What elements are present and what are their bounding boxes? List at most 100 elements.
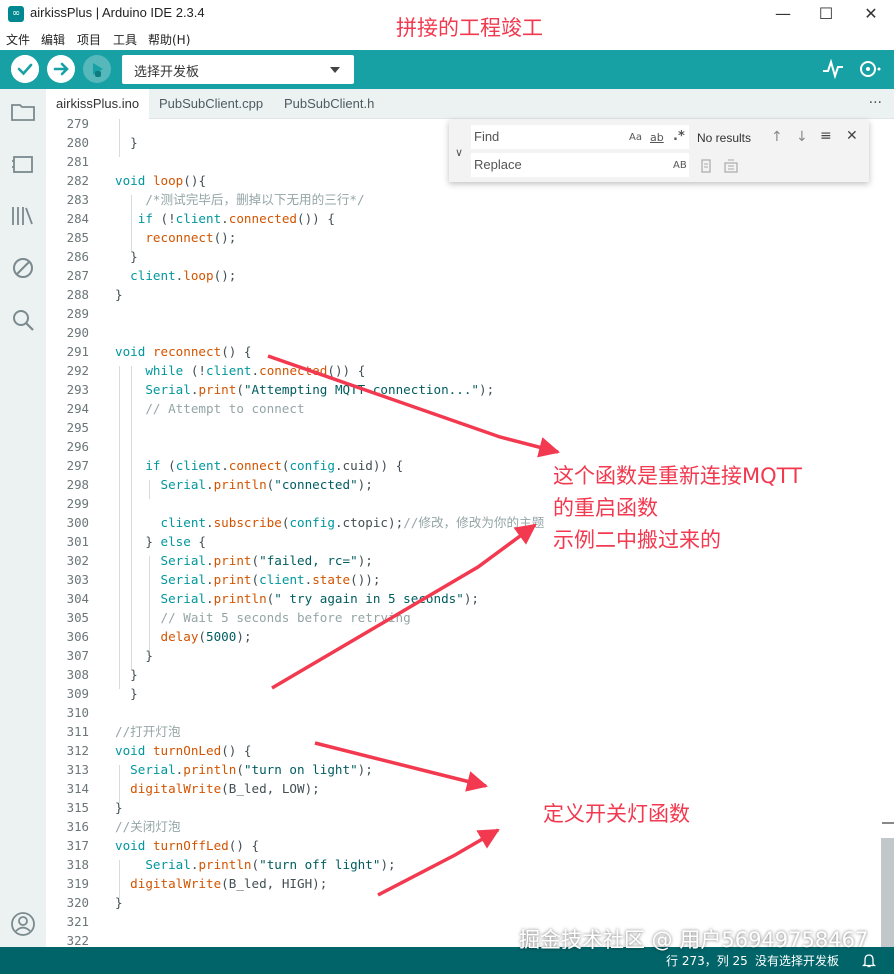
line-number: 320	[66, 895, 89, 910]
code-line[interactable]: 289	[46, 304, 894, 323]
code-line[interactable]: 288}	[46, 285, 894, 304]
replace-one-icon[interactable]	[699, 158, 713, 174]
folder-icon[interactable]	[10, 99, 36, 125]
line-number: 306	[66, 629, 89, 644]
line-number: 288	[66, 287, 89, 302]
cursor-position[interactable]: 行 273，列 25	[666, 952, 748, 969]
line-number: 283	[66, 192, 89, 207]
bell-icon[interactable]	[862, 953, 876, 968]
code-text: }	[115, 135, 138, 150]
code-line[interactable]: 309 }	[46, 684, 894, 703]
serial-plotter-icon[interactable]	[822, 59, 844, 79]
line-number: 279	[66, 119, 89, 131]
code-text: //打开灯泡	[115, 724, 181, 739]
code-text: }	[115, 287, 123, 302]
code-line[interactable]: 316 //关闭灯泡	[46, 817, 894, 836]
debug-panel-icon[interactable]	[10, 255, 36, 281]
code-line[interactable]: 286 }	[46, 247, 894, 266]
debug-button[interactable]	[83, 55, 111, 83]
library-manager-icon[interactable]	[10, 203, 36, 229]
replace-all-icon[interactable]	[723, 158, 739, 174]
code-line[interactable]: 311 //打开灯泡	[46, 722, 894, 741]
previous-match-icon[interactable]: ↑	[771, 129, 783, 145]
maximize-button[interactable]: ☐	[803, 0, 849, 28]
board-selector[interactable]: 选择开发板	[122, 55, 354, 84]
more-tabs-icon[interactable]: ···	[869, 95, 882, 111]
tab-airkissplus-ino[interactable]: airkissPlus.ino	[46, 89, 150, 119]
menu-edit[interactable]: 编辑	[41, 31, 65, 48]
menu-help[interactable]: 帮助(H)	[148, 31, 190, 48]
line-number: 321	[66, 914, 89, 929]
code-line[interactable]: 315}	[46, 798, 894, 817]
code-line[interactable]: 295	[46, 418, 894, 437]
close-button[interactable]: ✕	[848, 0, 894, 28]
search-icon[interactable]	[10, 307, 36, 333]
scrollbar-thumb[interactable]	[881, 838, 894, 947]
code-line[interactable]: 310	[46, 703, 894, 722]
code-line[interactable]: 306 delay(5000);	[46, 627, 894, 646]
boards-manager-icon[interactable]	[10, 151, 36, 177]
annotation-title: 拼接的工程竣工	[396, 16, 543, 40]
toggle-replace-chevron-icon[interactable]: ∨	[455, 146, 463, 159]
code-line[interactable]: 301 } else {	[46, 532, 894, 551]
user-profile-icon[interactable]	[10, 911, 36, 937]
code-editor[interactable]: 279 280 } 281 282 void loop(){283 /*测试完毕后，删掉…	[46, 119, 894, 947]
code-line[interactable]: 303 Serial.print(client.state());	[46, 570, 894, 589]
code-text: Serial.print(client.state());	[160, 572, 381, 587]
find-placeholder: Find	[474, 129, 500, 144]
board-status[interactable]: 没有选择开发板	[755, 952, 839, 969]
upload-button[interactable]	[47, 55, 75, 83]
code-line[interactable]: 300 client.subscribe(config.ctopic);//修改…	[46, 513, 894, 532]
code-text: void reconnect() {	[115, 344, 252, 359]
code-line[interactable]: 320}	[46, 893, 894, 912]
code-line[interactable]: 314 digitalWrite(B_led, LOW);	[46, 779, 894, 798]
whole-word-icon[interactable]: ab	[650, 131, 664, 144]
code-line[interactable]: 293 Serial.print("Attempting MQTT connec…	[46, 380, 894, 399]
find-in-selection-icon[interactable]: ≡	[820, 128, 832, 144]
tab-pubsubclient-h[interactable]: PubSubClient.h	[274, 89, 384, 119]
code-line[interactable]: 291 void reconnect() {	[46, 342, 894, 361]
serial-monitor-icon[interactable]	[857, 58, 883, 80]
preserve-case-icon[interactable]: AB	[673, 160, 687, 171]
replace-input[interactable]: Replace	[471, 153, 689, 177]
code-line[interactable]: 284 if (!client.connected()) {	[46, 209, 894, 228]
match-case-icon[interactable]: Aa	[629, 132, 642, 143]
find-results-count: No results	[697, 131, 752, 145]
code-line[interactable]: 292 while (!client.connected()) {	[46, 361, 894, 380]
code-line[interactable]: 294 // Attempt to connect	[46, 399, 894, 418]
code-line[interactable]: 312 void turnOnLed() {	[46, 741, 894, 760]
code-line[interactable]: 283 /*测试完毕后，删掉以下无用的三行*/	[46, 190, 894, 209]
code-line[interactable]: 317 void turnOffLed() {	[46, 836, 894, 855]
code-line[interactable]: 296	[46, 437, 894, 456]
code-text: // Attempt to connect	[115, 401, 305, 416]
code-line[interactable]: 318 Serial.println("turn off light");	[46, 855, 894, 874]
code-line[interactable]: 319 digitalWrite(B_led, HIGH);	[46, 874, 894, 893]
tab-pubsubclient-cpp[interactable]: PubSubClient.cpp	[149, 89, 273, 119]
code-line[interactable]: 307 }	[46, 646, 894, 665]
code-line[interactable]: 308 }	[46, 665, 894, 684]
menu-project[interactable]: 项目	[77, 31, 101, 48]
code-text: }	[115, 249, 138, 264]
code-text: void turnOnLed() {	[115, 743, 252, 758]
line-number: 319	[66, 876, 89, 891]
code-line[interactable]: 313 Serial.println("turn on light");	[46, 760, 894, 779]
code-line[interactable]: 304 Serial.println(" try again in 5 seco…	[46, 589, 894, 608]
regex-icon[interactable]: .*	[673, 129, 685, 144]
next-match-icon[interactable]: ↓	[796, 129, 808, 145]
code-line[interactable]: 285 reconnect();	[46, 228, 894, 247]
menu-tools[interactable]: 工具	[113, 31, 137, 48]
verify-button[interactable]	[11, 55, 39, 83]
close-find-icon[interactable]: ✕	[846, 128, 858, 144]
code-line[interactable]: 299	[46, 494, 894, 513]
code-line[interactable]: 302 Serial.print("failed, rc=");	[46, 551, 894, 570]
minimize-button[interactable]: —	[760, 0, 806, 28]
line-number: 308	[66, 667, 89, 682]
menu-file[interactable]: 文件	[6, 31, 30, 48]
code-line[interactable]: 290	[46, 323, 894, 342]
code-line[interactable]: 287 client.loop();	[46, 266, 894, 285]
line-number: 301	[66, 534, 89, 549]
code-line[interactable]: 305 // Wait 5 seconds before retrying	[46, 608, 894, 627]
watermark: 掘金技术社区 @ 用户56949758467	[519, 928, 869, 952]
line-number: 317	[66, 838, 89, 853]
left-sidebar	[0, 89, 46, 947]
